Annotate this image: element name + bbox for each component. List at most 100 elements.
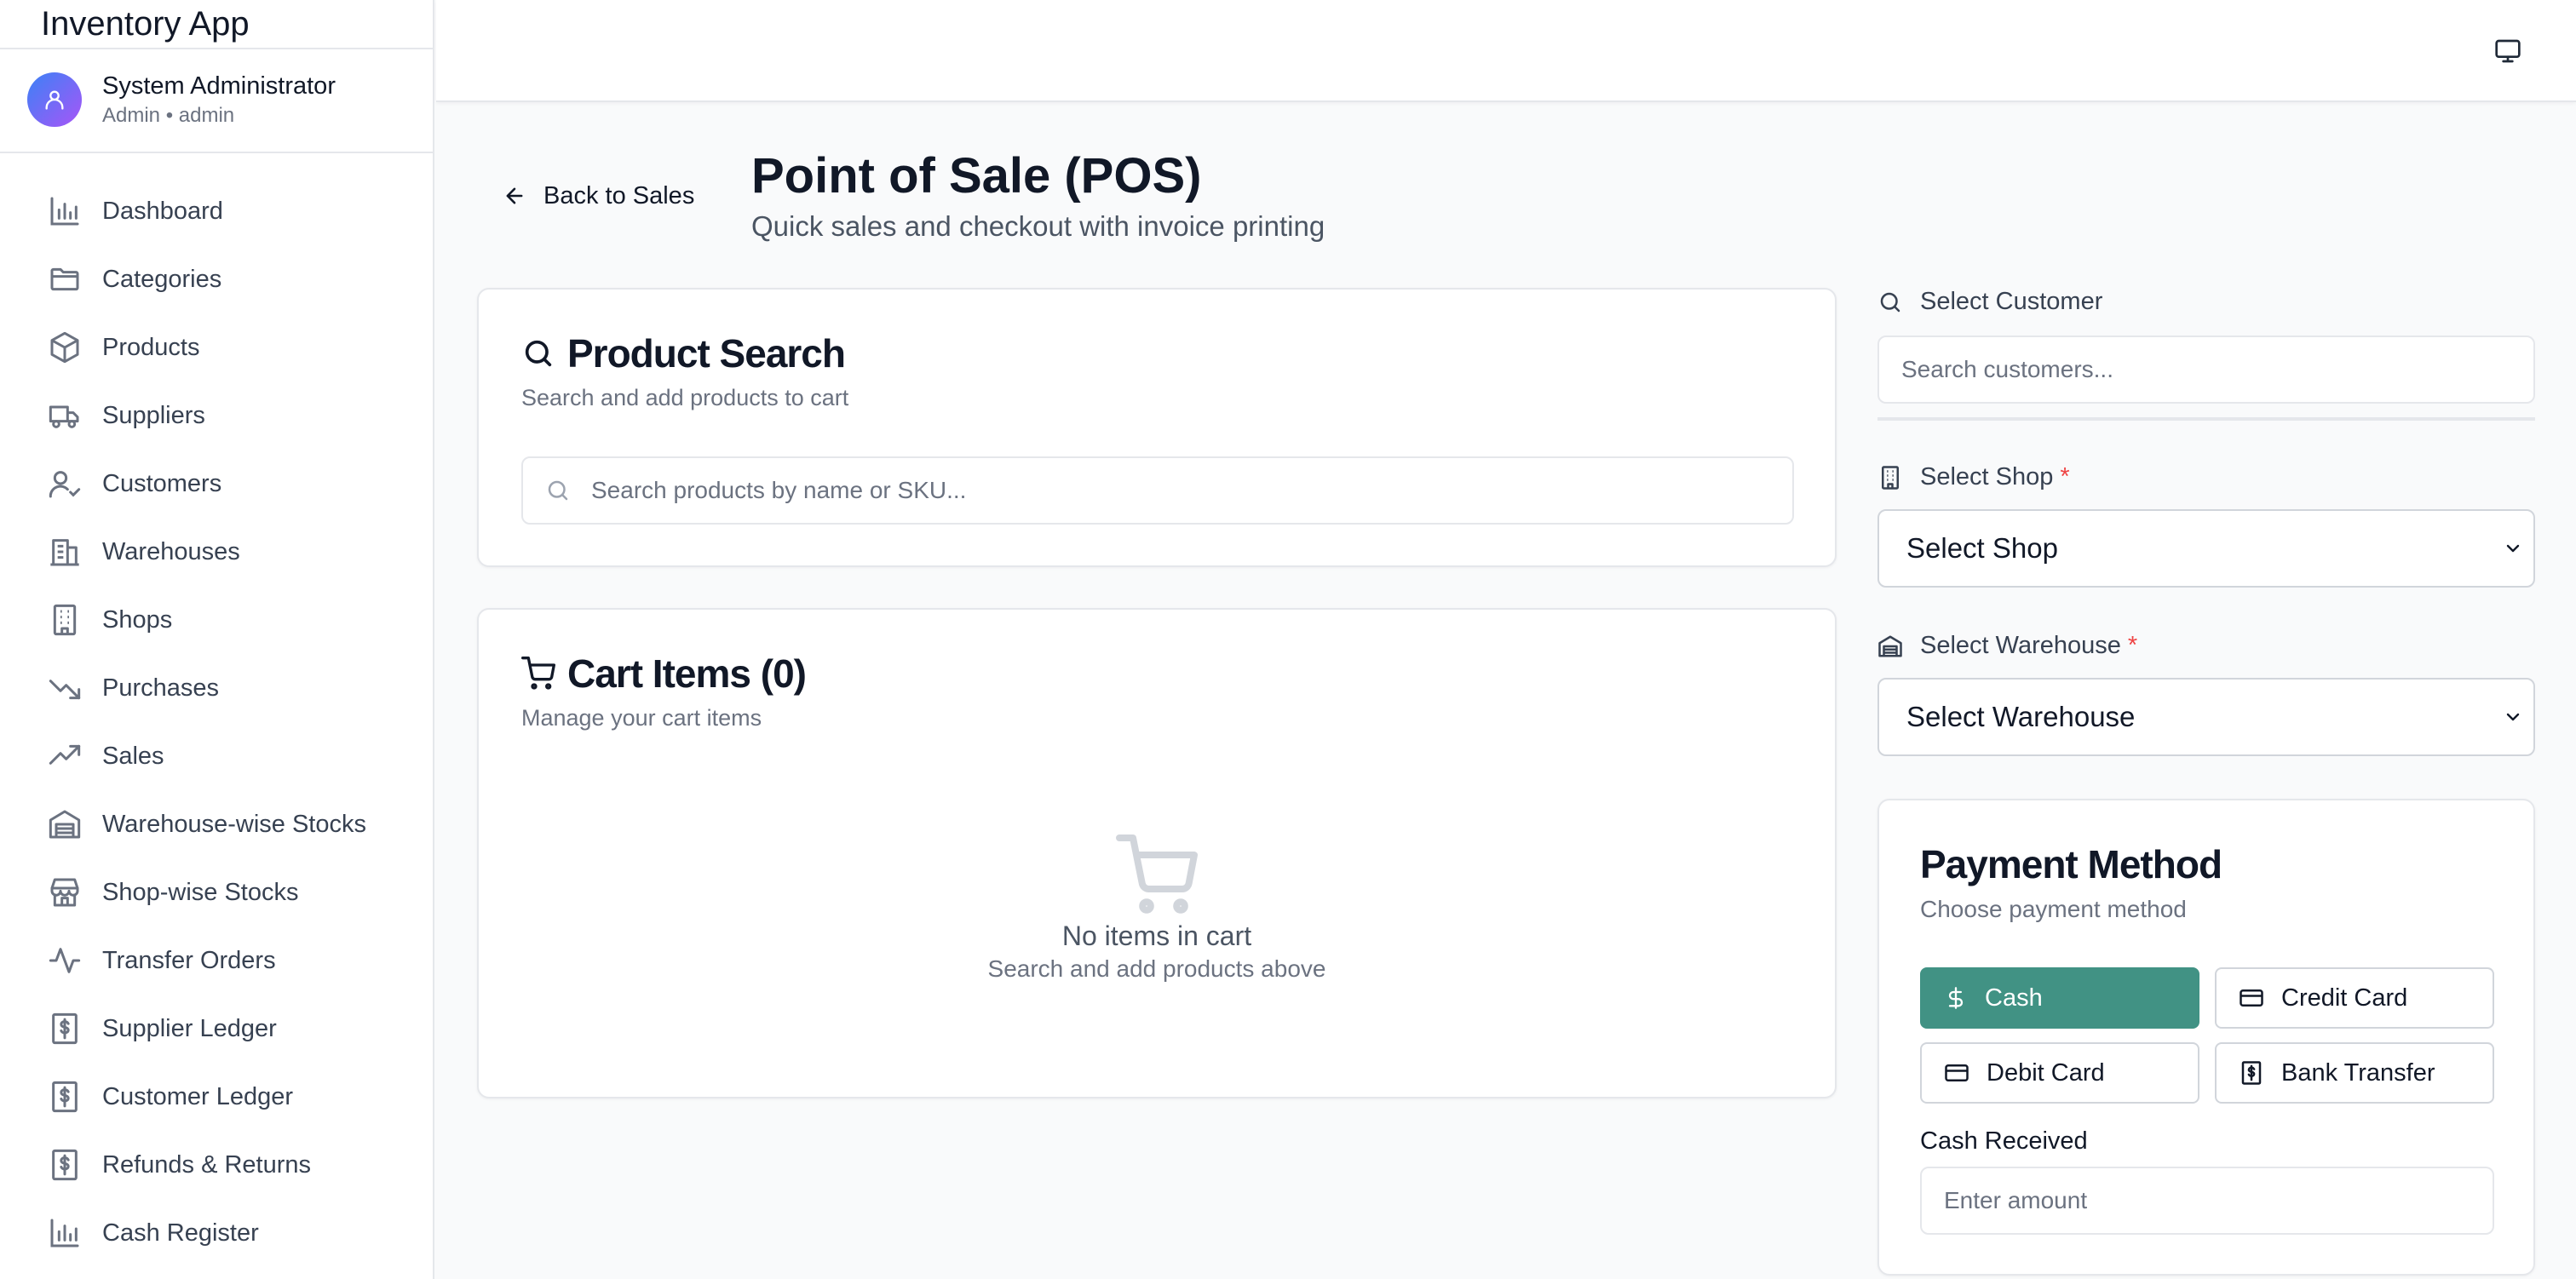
sidebar-item-purchases[interactable]: Purchases: [0, 654, 434, 722]
sidebar-item-customer-ledger[interactable]: Customer Ledger: [0, 1063, 434, 1131]
empty-cart-subtitle: Search and add products above: [987, 955, 1326, 982]
buildings-icon: [50, 539, 79, 566]
sidebar-item-label: Warehouse-wise Stocks: [102, 810, 366, 838]
sidebar-item-categories[interactable]: Categories: [0, 245, 434, 313]
sidebar-item-warehouse-stocks[interactable]: Warehouse-wise Stocks: [0, 790, 434, 858]
cart-card: Cart Items (0) Manage your cart items No…: [477, 608, 1837, 1098]
sidebar-item-label: Suppliers: [102, 401, 205, 429]
sidebar-item-shops[interactable]: Shops: [0, 586, 434, 654]
empty-cart-state: No items in cart Search and add products…: [479, 835, 1835, 983]
card-title: Payment Method: [1920, 842, 2222, 886]
product-search-field[interactable]: [521, 456, 1794, 525]
product-search-card: Product Search Search and add products t…: [477, 288, 1837, 567]
payment-cash-button[interactable]: Cash: [1920, 967, 2199, 1029]
cash-received-label: Cash Received: [1920, 1127, 2088, 1155]
payment-method-card: Payment Method Choose payment method Cas…: [1877, 799, 2535, 1276]
sidebar-nav: Dashboard Categories Products Suppliers …: [0, 177, 434, 1267]
sidebar-item-suppliers[interactable]: Suppliers: [0, 381, 434, 450]
sidebar-item-cash-register[interactable]: Cash Register: [0, 1199, 434, 1267]
app-title: Inventory App: [41, 5, 250, 43]
shop-select-value: Select Shop: [1906, 532, 2058, 564]
search-icon: [548, 480, 568, 501]
dollar-icon: [1948, 987, 1964, 1009]
warehouse-icon: [49, 810, 81, 839]
monitor-icon: [2495, 39, 2521, 63]
user-icon: [45, 90, 64, 110]
receipt-icon: [2241, 1061, 2262, 1085]
warehouse-icon: [1878, 635, 1902, 657]
card-icon: [1945, 1064, 1969, 1081]
user-profile[interactable]: System Administrator Admin • admin: [27, 70, 336, 129]
top-bar: [436, 0, 2576, 102]
search-icon: [1880, 292, 1900, 312]
sidebar-item-label: Categories: [102, 265, 222, 293]
page-subtitle: Quick sales and checkout with invoice pr…: [751, 210, 1325, 242]
empty-cart-title: No items in cart: [1061, 921, 1252, 951]
sidebar-item-label: Transfer Orders: [102, 946, 276, 974]
folder-icon: [50, 267, 79, 291]
shop-select[interactable]: Select Shop: [1877, 509, 2535, 588]
activity-icon: [49, 948, 81, 973]
page-title: Point of Sale (POS): [751, 148, 1202, 204]
building-icon: [1882, 465, 1899, 490]
warehouse-select[interactable]: Select Warehouse: [1877, 678, 2535, 756]
sidebar-item-label: Cash Register: [102, 1219, 259, 1247]
card-title: Cart Items (0): [567, 651, 807, 696]
sidebar-item-products[interactable]: Products: [0, 313, 434, 381]
cash-received-input[interactable]: [1920, 1167, 2494, 1235]
back-to-sales-button[interactable]: Back to Sales: [503, 175, 694, 216]
sidebar-item-label: Products: [102, 333, 200, 361]
card-subtitle: Choose payment method: [1920, 896, 2187, 922]
receipt-icon: [52, 1012, 78, 1045]
sidebar-item-label: Dashboard: [102, 197, 223, 225]
warehouse-label: Select Warehouse *: [1877, 632, 2137, 660]
avatar: [27, 72, 82, 127]
sidebar-item-refunds-returns[interactable]: Refunds & Returns: [0, 1131, 434, 1199]
truck-icon: [49, 405, 79, 428]
divider: [0, 152, 434, 153]
sidebar-item-label: Customer Ledger: [102, 1082, 294, 1110]
trending-up-icon: [49, 744, 81, 765]
warehouse-select-value: Select Warehouse: [1906, 701, 2136, 732]
sidebar-item-label: Purchases: [102, 674, 220, 702]
payment-debit-card-button[interactable]: Debit Card: [1920, 1042, 2199, 1104]
card-subtitle: Manage your cart items: [521, 705, 762, 731]
receipt-icon: [52, 1149, 78, 1181]
shop-label: Select Shop *: [1877, 463, 2070, 491]
divider: [0, 48, 434, 49]
product-search-input[interactable]: [591, 477, 1767, 504]
sidebar-item-warehouses[interactable]: Warehouses: [0, 518, 434, 586]
package-icon: [50, 331, 79, 364]
sidebar-item-shop-stocks[interactable]: Shop-wise Stocks: [0, 858, 434, 926]
store-icon: [50, 878, 79, 907]
card-icon: [2240, 989, 2263, 1007]
user-name: System Administrator: [102, 72, 336, 100]
sidebar-item-dashboard[interactable]: Dashboard: [0, 177, 434, 245]
user-check-icon: [49, 471, 81, 498]
card-title: Product Search: [567, 331, 846, 376]
sidebar-item-supplier-ledger[interactable]: Supplier Ledger: [0, 995, 434, 1063]
sidebar-item-sales[interactable]: Sales: [0, 722, 434, 790]
search-icon: [525, 340, 552, 367]
display-toggle-button[interactable]: [2491, 34, 2525, 68]
sidebar-item-label: Warehouses: [102, 537, 240, 565]
card-subtitle: Search and add products to cart: [521, 385, 849, 410]
sidebar-item-label: Supplier Ledger: [102, 1014, 277, 1042]
chevron-down-icon: [2506, 713, 2520, 721]
sidebar-item-customers[interactable]: Customers: [0, 450, 434, 518]
customer-search-input[interactable]: [1877, 336, 2535, 404]
payment-bank-transfer-button[interactable]: Bank Transfer: [2215, 1042, 2494, 1104]
sidebar-item-label: Sales: [102, 742, 164, 770]
user-role: Admin • admin: [102, 104, 235, 127]
sidebar: Inventory App System Administrator Admin…: [0, 0, 434, 1279]
bar-chart-icon: [50, 1219, 79, 1247]
sidebar-item-label: Customers: [102, 469, 222, 497]
bar-chart-icon: [50, 197, 79, 226]
shopping-cart-icon: [1116, 835, 1198, 914]
sidebar-item-label: Refunds & Returns: [102, 1150, 312, 1179]
payment-credit-card-button[interactable]: Credit Card: [2215, 967, 2494, 1029]
sidebar-item-transfer-orders[interactable]: Transfer Orders: [0, 926, 434, 995]
receipt-icon: [52, 1081, 78, 1113]
chevron-down-icon: [2506, 544, 2520, 553]
customer-label: Select Customer: [1877, 288, 2102, 316]
